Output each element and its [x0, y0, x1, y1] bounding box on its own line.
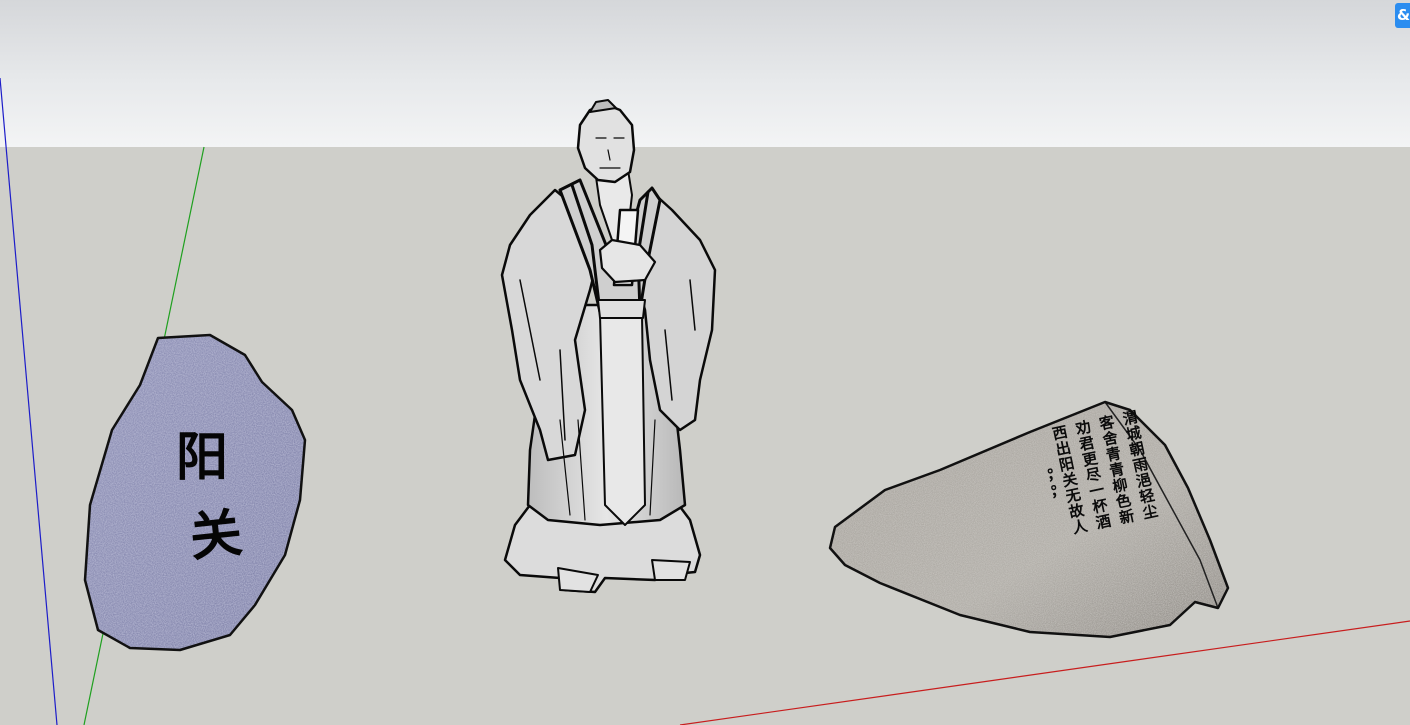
blue-axis-line — [0, 77, 58, 725]
link-button[interactable]: & — [1395, 3, 1410, 28]
link-icon: & — [1397, 6, 1410, 24]
rock-left-model[interactable] — [80, 330, 310, 655]
statue-model[interactable] — [500, 99, 717, 594]
rock-left-char-1: 阳 — [176, 427, 229, 488]
scene-canvas[interactable] — [0, 0, 1410, 725]
rock-right-poem: 渭城朝雨浥轻尘 客舍青青柳色新 劝君更尽一杯酒 西出阳关无故人 。，。， — [1001, 406, 1179, 584]
modeling-viewport[interactable]: 阳 关 渭城朝雨浥轻尘 客舍青青柳色新 劝君更尽一杯酒 西出阳关无故人 。，。，… — [0, 0, 1410, 725]
poem-column-punctuation: 。，。， — [1035, 467, 1063, 512]
red-axis-line — [679, 620, 1410, 725]
rock-left-char-2: 关 — [186, 502, 246, 569]
